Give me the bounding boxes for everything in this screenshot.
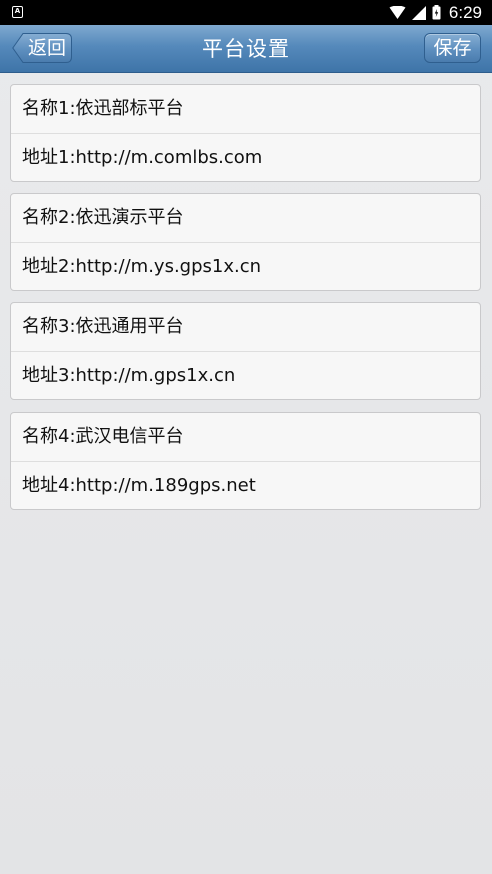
platform-card: 名称1:依迅部标平台 地址1:http://m.comlbs.com <box>10 84 481 182</box>
platform-name-row[interactable]: 名称2:依迅演示平台 <box>11 194 480 242</box>
platform-address-row[interactable]: 地址2:http://m.ys.gps1x.cn <box>11 243 480 291</box>
platform-address-row[interactable]: 地址1:http://m.comlbs.com <box>11 134 480 182</box>
platform-address-row[interactable]: 地址4:http://m.189gps.net <box>11 462 480 510</box>
platform-card: 名称4:武汉电信平台 地址4:http://m.189gps.net <box>10 412 481 510</box>
battery-icon <box>432 5 441 20</box>
clock: 6:29 <box>448 2 482 22</box>
platform-name-row[interactable]: 名称1:依迅部标平台 <box>11 85 480 133</box>
page-title: 平台设置 <box>202 37 290 61</box>
status-indicators: 6:29 <box>389 0 482 25</box>
signal-icon <box>411 5 426 20</box>
notification-icon: A <box>12 6 23 18</box>
platform-name-row[interactable]: 名称4:武汉电信平台 <box>11 413 480 461</box>
platform-card: 名称3:依迅通用平台 地址3:http://m.gps1x.cn <box>10 302 481 400</box>
wifi-icon <box>389 5 406 19</box>
platform-address-row[interactable]: 地址3:http://m.gps1x.cn <box>11 352 480 400</box>
platform-card: 名称2:依迅演示平台 地址2:http://m.ys.gps1x.cn <box>10 193 481 291</box>
platform-name-row[interactable]: 名称3:依迅通用平台 <box>11 303 480 351</box>
status-bar: A 6:29 <box>0 0 492 25</box>
save-button[interactable]: 保存 <box>424 33 481 63</box>
navigation-bar: 返回 平台设置 保存 <box>0 25 492 73</box>
